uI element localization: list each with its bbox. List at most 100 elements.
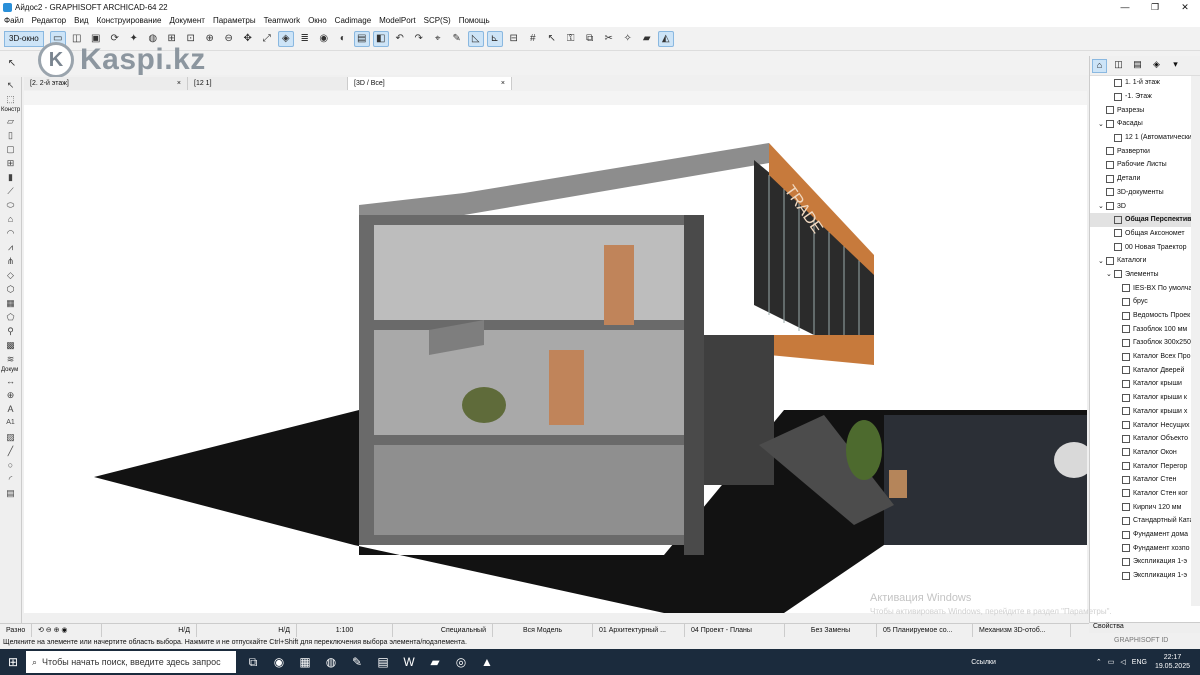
file-explorer-icon[interactable]: ▰ (422, 649, 448, 675)
marquee-tool-icon[interactable]: ⬚ (4, 93, 18, 105)
layer-combination-select[interactable]: Специальный (393, 623, 493, 638)
excel-icon[interactable]: ▤ (370, 649, 396, 675)
language-indicator[interactable]: ENG (1132, 659, 1147, 666)
railing-tool-icon[interactable]: ⋔ (4, 255, 18, 267)
layout-book-icon[interactable]: ▤ (1130, 59, 1145, 73)
cutaway-icon[interactable]: ◧ (372, 30, 389, 47)
align-icon[interactable]: ⊟ (506, 31, 522, 47)
shell-tool-icon[interactable]: ◠ (4, 227, 18, 239)
tree-item[interactable]: ⌄ 3D (1090, 199, 1191, 213)
tree-item[interactable]: Газоблок 300х250 (1090, 336, 1191, 350)
zone-tool-icon[interactable]: ⬡ (4, 283, 18, 295)
scale-select[interactable]: 1:100 (297, 623, 393, 638)
pen-set-select[interactable]: 01 Архитектурный ... (593, 623, 685, 638)
tree-caret-icon[interactable]: ⌄ (1098, 257, 1106, 265)
lamp-tool-icon[interactable]: ⚲ (4, 325, 18, 337)
renovation-filter-select[interactable]: 05 Планируемое со... (877, 623, 973, 638)
tree-item[interactable]: Ведомость Проек (1090, 309, 1191, 323)
menu-options[interactable]: Параметры (213, 16, 256, 25)
menu-cadimage[interactable]: Cadimage (335, 16, 371, 25)
nd-field-2[interactable]: Н/Д (197, 623, 297, 638)
tree-item[interactable]: Кирпич 120 мм (1090, 500, 1191, 514)
filter-icon[interactable]: ▤ (353, 30, 370, 47)
tree-item[interactable]: ⌄ Каталоги (1090, 254, 1191, 268)
dimension-tool-icon[interactable]: ↔ (4, 375, 18, 387)
app-icon[interactable]: ▲ (474, 649, 500, 675)
menu-edit[interactable]: Редактор (32, 16, 66, 25)
tab-close-icon[interactable]: × (495, 80, 505, 87)
tree-item[interactable]: Фундамент хозпо (1090, 541, 1191, 555)
tree-item[interactable]: Каталог крыши к (1090, 391, 1191, 405)
section-icon[interactable]: ◈ (277, 30, 294, 47)
project-map-icon[interactable]: ⌂ (1092, 58, 1107, 73)
arrow-tool-icon[interactable]: ↖ (4, 79, 18, 91)
pan-icon[interactable]: ✥ (240, 31, 256, 47)
mesh-tool-icon[interactable]: ◇ (4, 269, 18, 281)
tree-item[interactable]: Газоблок 100 мм (1090, 322, 1191, 336)
calculator-icon[interactable]: ▦ (292, 649, 318, 675)
tab-close-icon[interactable]: × (171, 80, 181, 87)
tree-item[interactable]: Стандартный Ката (1090, 514, 1191, 528)
view-map-icon[interactable]: ◫ (1111, 59, 1126, 73)
network-icon[interactable]: ▭ (1108, 658, 1115, 666)
close-button[interactable]: ✕ (1170, 0, 1200, 14)
slab-tool-icon[interactable]: ⬭ (4, 199, 18, 211)
menu-file[interactable]: Файл (4, 16, 24, 25)
line-tool-icon[interactable]: ╱ (4, 445, 18, 457)
zoom-out-icon[interactable]: ⊖ (221, 31, 237, 47)
menu-modelport[interactable]: ModelPort (379, 16, 415, 25)
scissors-icon[interactable]: ✂ (601, 31, 617, 47)
window-tool-icon[interactable]: ▢ (4, 143, 18, 155)
navigator-scrollbar[interactable] (1191, 76, 1200, 606)
tree-item[interactable]: ⌄ Фасады (1090, 117, 1191, 131)
tree-item[interactable]: Рабочие Листы (1090, 158, 1191, 172)
camera-icon[interactable]: ◉ (316, 31, 332, 47)
model-view-select[interactable]: Вся Модель (493, 623, 593, 638)
clock[interactable]: 22:17 19.05.2025 (1155, 653, 1190, 671)
pen-icon[interactable]: ✎ (449, 31, 465, 47)
redo-icon[interactable]: ↷ (411, 31, 427, 47)
door-tool-icon[interactable]: ▯ (4, 129, 18, 141)
column-tool-icon[interactable]: ▮ (4, 171, 18, 183)
tree-item[interactable]: 00 Новая Траектор (1090, 240, 1191, 254)
figure-tool-icon[interactable]: ▩ (4, 339, 18, 351)
zoom-app-icon[interactable]: ◉ (266, 649, 292, 675)
tree-item[interactable]: 3D-документы (1090, 186, 1191, 200)
render-icon[interactable]: ◐ (335, 31, 351, 47)
tree-item[interactable]: Детали (1090, 172, 1191, 186)
properties-header[interactable]: Свойства (1089, 622, 1200, 633)
tree-item[interactable]: Каталог крыши (1090, 377, 1191, 391)
tree-item[interactable]: Каталог Стен ког (1090, 487, 1191, 501)
folder-icon[interactable]: ▰ (639, 31, 655, 47)
figure-insert-icon[interactable]: ▤ (4, 487, 18, 499)
roof-tool-icon[interactable]: ⌂ (4, 213, 18, 225)
windows-start-icon[interactable]: ⊞ (0, 649, 26, 675)
tree-item[interactable]: 1. 1-й этаж (1090, 76, 1191, 90)
tree-item[interactable]: Фундамент дома (1090, 528, 1191, 542)
magic-wand-icon[interactable]: ✧ (620, 31, 636, 47)
fit-icon[interactable]: ⤢ (259, 31, 275, 47)
maximize-button[interactable]: ❐ (1140, 0, 1170, 14)
tab-elevation[interactable]: [12 1] (188, 77, 348, 90)
links-toolbar[interactable]: Ссылки (971, 659, 996, 666)
cursor-icon[interactable]: ↖ (544, 31, 560, 47)
minimize-button[interactable]: — (1110, 0, 1140, 14)
tree-item[interactable]: ⌄ Элементы (1090, 268, 1191, 282)
paint-icon[interactable]: ✎ (344, 649, 370, 675)
tree-item[interactable]: Каталог Стен (1090, 473, 1191, 487)
circle-tool-icon[interactable]: ○ (4, 459, 18, 471)
tree-item[interactable]: Общая Перспектив (1090, 212, 1191, 227)
guide-icon[interactable]: ⊾ (486, 30, 503, 47)
menu-view[interactable]: Вид (74, 16, 88, 25)
fill-tool-icon[interactable]: ▨ (4, 431, 18, 443)
3d-view-icon[interactable]: ◭ (657, 30, 674, 47)
tree-item[interactable]: -1. Этаж (1090, 90, 1191, 104)
tree-item[interactable]: Разрезы (1090, 103, 1191, 117)
tree-item[interactable]: Экспликация 1-э (1090, 555, 1191, 569)
tree-item[interactable]: Общая Аксономет (1090, 227, 1191, 241)
tree-item[interactable]: 12 1 (Автоматически (1090, 131, 1191, 145)
tree-item[interactable]: Каталог Перегор (1090, 459, 1191, 473)
menu-scp[interactable]: SCP(S) (424, 16, 451, 25)
tree-item[interactable]: Каталог Дверей (1090, 363, 1191, 377)
graphic-override-select[interactable]: Без Замены (785, 623, 877, 638)
